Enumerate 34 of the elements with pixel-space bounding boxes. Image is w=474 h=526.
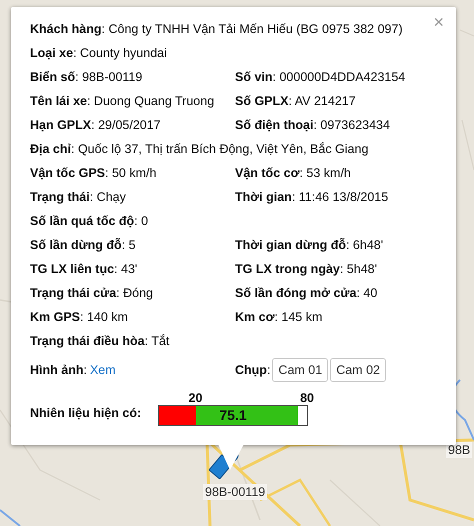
info-field: Số lần đóng mở cửa: 40 (235, 284, 378, 302)
camera-button[interactable]: Cam 02 (330, 358, 386, 382)
info-field: Vận tốc cơ: 53 km/h (235, 164, 351, 182)
info-field: Km cơ: 145 km (235, 308, 322, 326)
field-label: Chụp: (235, 362, 270, 379)
info-field: Thời gian: 11:46 13/8/2015 (235, 188, 388, 206)
field-label: Hình ảnh: (30, 362, 87, 379)
info-field: Biển số: 98B-00119 (30, 68, 235, 86)
fuel-reading: 75.1 (218, 406, 248, 425)
info-field: Trạng thái cửa: Đóng (30, 284, 235, 302)
fuel-label: Nhiên liệu hiện có: (30, 405, 142, 422)
max-label: 80 (300, 390, 314, 407)
info-field: Số lần quá tốc độ: 0 (30, 212, 148, 230)
info-field: Số lần dừng đỗ: 5 (30, 236, 235, 254)
info-field: Thời gian dừng đỗ: 6h48' (235, 236, 384, 254)
info-field: Số vin: 000000D4DDA423154 (235, 68, 406, 86)
info-field: Vận tốc GPS: 50 km/h (30, 164, 235, 182)
view-link[interactable]: Xem (90, 360, 116, 380)
info-field: Địa chỉ: Quốc lộ 37, Thị trấn Bích Động, Việt Yên, Bắc Giang (30, 140, 368, 158)
info-field: Km GPS: 140 km (30, 308, 235, 326)
info-field: Số GPLX: AV 214217 (235, 92, 356, 110)
marker-label: 98B (446, 442, 472, 458)
info-field: Số điện thoại: 0973623434 (235, 116, 390, 134)
info-field: TG LX liên tục: 43' (30, 260, 235, 278)
info-field: Trạng thái: Chạy (30, 188, 235, 206)
info-field: Trạng thái điều hòa: Tắt (30, 332, 170, 350)
threshold-label: 20 (188, 390, 202, 407)
camera-button[interactable]: Cam 01 (272, 358, 328, 382)
info-field: Loại xe: County hyundai (30, 44, 167, 62)
info-field: Hạn GPLX: 29/05/2017 (30, 116, 235, 134)
info-field: Tên lái xe: Duong Quang Truong (30, 92, 235, 110)
info-field: TG LX trong ngày: 5h48' (235, 260, 377, 278)
marker-label: 98B-00119 (203, 484, 268, 500)
info-field: Khách hàng: Công ty TNHH Vận Tải Mến Hiếu (BG 0975 382 097) (30, 20, 403, 38)
